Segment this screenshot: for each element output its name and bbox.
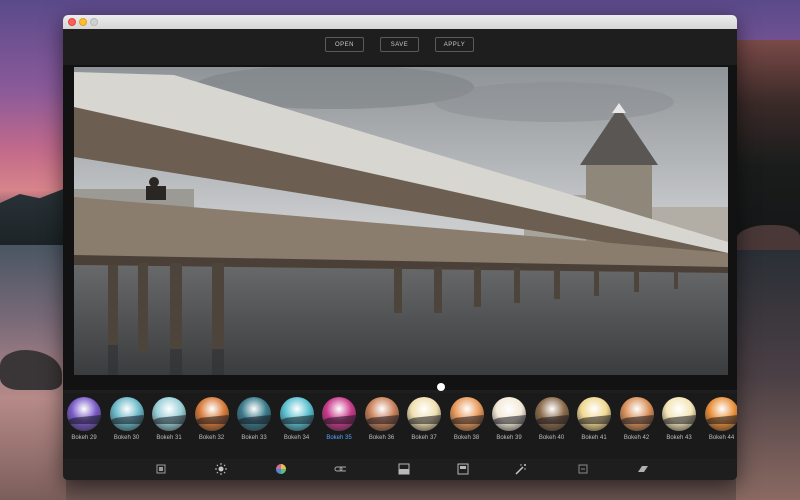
- magic-wand-tool-icon[interactable]: [515, 463, 527, 475]
- filter-label: Bokeh 39: [496, 435, 522, 441]
- color-tool-icon[interactable]: [275, 463, 287, 475]
- filter-label: Bokeh 42: [623, 435, 650, 441]
- desktop-wallpaper-hills: [0, 188, 66, 245]
- bottom-toolbar: [63, 459, 737, 480]
- bridge-photo: [74, 67, 728, 375]
- eraser-tool-icon[interactable]: [637, 463, 649, 475]
- open-button[interactable]: OPEN: [325, 37, 364, 52]
- filter-item[interactable]: Bokeh 33: [235, 397, 273, 455]
- brightness-tool-icon[interactable]: [215, 463, 227, 475]
- desktop-wallpaper-lake-right: [736, 250, 800, 500]
- filter-item[interactable]: Bokeh 40: [533, 397, 571, 455]
- zoom-window-button[interactable]: [90, 18, 98, 26]
- title-bar[interactable]: [63, 15, 737, 29]
- desktop-wallpaper-forest: [736, 40, 800, 250]
- overlay-tool-icon[interactable]: [457, 463, 469, 475]
- filter-item[interactable]: Bokeh 32: [193, 397, 231, 455]
- filter-thumbnail[interactable]: [67, 397, 101, 431]
- filter-item[interactable]: Bokeh 38: [448, 397, 486, 455]
- filter-thumbnail[interactable]: [237, 397, 271, 431]
- filter-thumbnail[interactable]: [534, 397, 569, 431]
- filter-label: Bokeh 33: [241, 435, 267, 441]
- filter-thumbnail[interactable]: [279, 397, 314, 431]
- filter-item[interactable]: Bokeh 34: [278, 397, 316, 455]
- frame-tool-icon[interactable]: [155, 463, 167, 475]
- filter-thumbnail[interactable]: [662, 397, 696, 431]
- filter-thumbnail[interactable]: [577, 397, 611, 431]
- filter-label: Bokeh 44: [708, 435, 735, 441]
- filter-label: Bokeh 36: [368, 435, 395, 441]
- filter-item[interactable]: Bokeh 36: [363, 397, 401, 455]
- apply-button[interactable]: APPLY: [435, 37, 474, 52]
- app-window: OPEN SAVE APPLY Bokeh 29 Bokeh 30 Bokeh …: [63, 15, 737, 480]
- filter-strip[interactable]: Bokeh 29 Bokeh 30 Bokeh 31 Bokeh 32 Bokeh 33…: [63, 393, 737, 459]
- filter-thumbnail[interactable]: [704, 397, 737, 431]
- image-canvas: [63, 65, 737, 390]
- link-tool-icon[interactable]: [334, 463, 346, 475]
- filter-item[interactable]: Bokeh 30: [108, 397, 146, 455]
- filter-label: Bokeh 41: [581, 435, 607, 441]
- photo-preview: [74, 67, 728, 375]
- close-window-button[interactable]: [68, 18, 76, 26]
- filter-thumbnail[interactable]: [152, 397, 186, 431]
- filter-label: Bokeh 32: [198, 435, 225, 441]
- minimize-window-button[interactable]: [79, 18, 87, 26]
- filter-label: Bokeh 31: [156, 435, 182, 441]
- filter-item[interactable]: Bokeh 42: [618, 397, 656, 455]
- filter-thumbnail[interactable]: [492, 397, 526, 431]
- filter-item[interactable]: Bokeh 35: [320, 397, 358, 455]
- filter-item[interactable]: Bokeh 44: [703, 397, 737, 455]
- filter-thumbnail[interactable]: [194, 397, 229, 431]
- filter-label: Bokeh 43: [666, 435, 692, 441]
- filter-item[interactable]: Bokeh 31: [150, 397, 188, 455]
- save-button[interactable]: SAVE: [380, 37, 419, 52]
- filter-thumbnail[interactable]: [322, 397, 356, 431]
- filter-item[interactable]: Bokeh 29: [65, 397, 103, 455]
- filter-thumbnail[interactable]: [109, 397, 144, 431]
- filter-thumbnail[interactable]: [407, 397, 441, 431]
- filter-item[interactable]: Bokeh 37: [405, 397, 443, 455]
- filter-label: Bokeh 34: [283, 435, 310, 441]
- filter-item[interactable]: Bokeh 43: [660, 397, 698, 455]
- filter-label: Bokeh 30: [113, 435, 140, 441]
- slider-handle[interactable]: [437, 383, 445, 391]
- filter-thumbnail[interactable]: [449, 397, 484, 431]
- filter-label: Bokeh 40: [538, 435, 565, 441]
- intensity-slider[interactable]: [63, 380, 737, 392]
- filter-label: Bokeh 29: [71, 435, 97, 441]
- top-toolbar: OPEN SAVE APPLY: [63, 29, 737, 65]
- vignette-tool-icon[interactable]: [398, 463, 410, 475]
- filter-item[interactable]: Bokeh 41: [575, 397, 613, 455]
- crop-tool-icon[interactable]: [577, 463, 589, 475]
- filter-thumbnail[interactable]: [364, 397, 399, 431]
- filter-thumbnail[interactable]: [619, 397, 654, 431]
- filter-label: Bokeh 35: [326, 435, 352, 441]
- filter-label: Bokeh 38: [453, 435, 480, 441]
- filter-item[interactable]: Bokeh 39: [490, 397, 528, 455]
- filter-label: Bokeh 37: [411, 435, 437, 441]
